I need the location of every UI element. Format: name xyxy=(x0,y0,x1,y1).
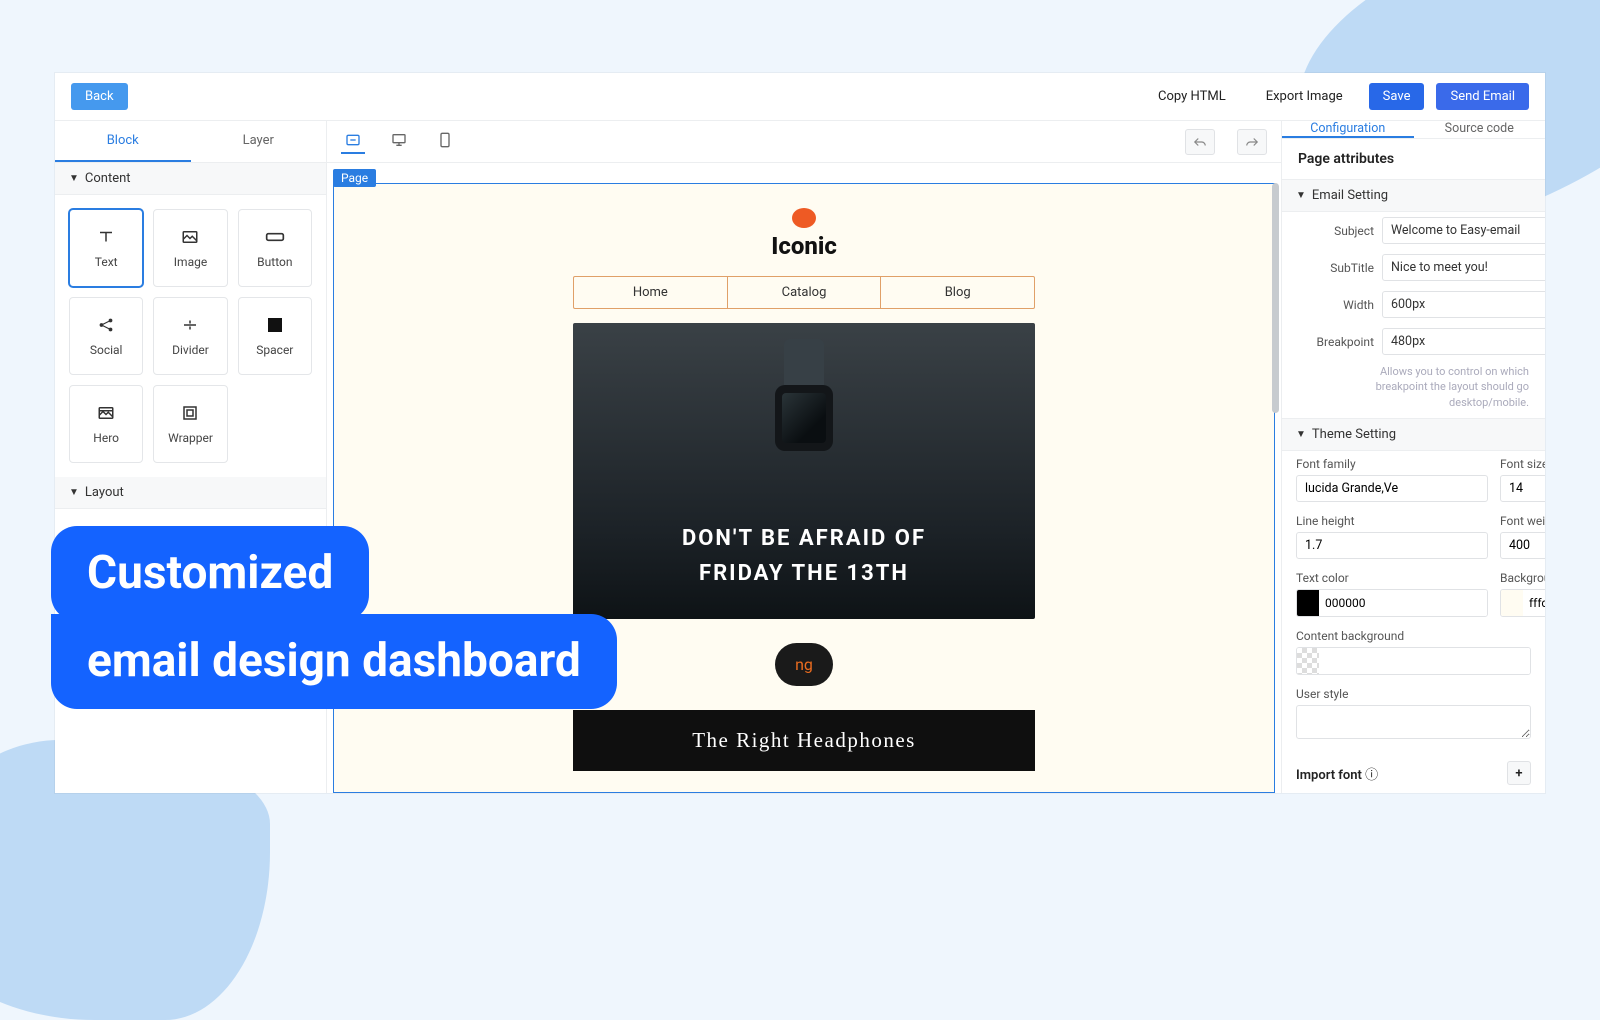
tab-source-code[interactable]: Source code xyxy=(1414,121,1546,138)
overlay-caption-2: email design dashboard xyxy=(51,614,617,709)
device-mobile-icon[interactable] xyxy=(433,130,457,154)
cta-button[interactable]: ng xyxy=(775,643,833,686)
tab-configuration[interactable]: Configuration xyxy=(1282,121,1414,138)
subtitle-input[interactable] xyxy=(1382,254,1545,281)
width-input[interactable] xyxy=(1382,291,1545,318)
save-button[interactable]: Save xyxy=(1369,83,1425,110)
spacer-icon xyxy=(265,315,285,335)
send-email-button[interactable]: Send Email xyxy=(1436,83,1529,110)
content-bg-label: Content background xyxy=(1296,629,1531,643)
headphones-banner[interactable]: The Right Headphones xyxy=(573,710,1035,771)
device-bar xyxy=(327,121,1281,163)
export-image-button[interactable]: Export Image xyxy=(1252,83,1357,110)
email-logo: Iconic xyxy=(573,198,1035,266)
block-label: Wrapper xyxy=(168,431,213,445)
caret-down-icon: ▼ xyxy=(1296,429,1306,440)
back-button[interactable]: Back xyxy=(71,83,128,110)
background-input[interactable] xyxy=(1523,590,1545,616)
subject-input[interactable] xyxy=(1382,217,1545,244)
font-size-label: Font size (px) xyxy=(1500,457,1545,471)
nav-blog[interactable]: Blog xyxy=(881,277,1034,308)
block-image[interactable]: Image xyxy=(153,209,227,287)
section-label: Layout xyxy=(85,485,124,500)
block-label: Image xyxy=(174,255,207,269)
copy-html-button[interactable]: Copy HTML xyxy=(1144,83,1240,110)
user-style-input[interactable] xyxy=(1296,705,1531,739)
hero-text: Don't be afraid of Friday the 13th xyxy=(682,521,926,591)
redo-button[interactable] xyxy=(1237,129,1267,155)
wrapper-icon xyxy=(180,403,200,423)
font-weight-label: Font weight xyxy=(1500,514,1545,528)
email-hero[interactable]: Don't be afraid of Friday the 13th xyxy=(573,323,1035,619)
font-weight-input[interactable] xyxy=(1500,532,1545,559)
block-text[interactable]: Text xyxy=(69,209,143,287)
tab-layer[interactable]: Layer xyxy=(191,121,327,162)
subject-label: Subject xyxy=(1296,224,1374,238)
right-panel: Configuration Source code Page attribute… xyxy=(1281,121,1545,793)
breakpoint-hint: Allows you to control on which breakpoin… xyxy=(1282,360,1545,418)
line-height-input[interactable] xyxy=(1296,532,1488,559)
caret-down-icon: ▼ xyxy=(69,487,79,498)
breakpoint-input[interactable] xyxy=(1382,328,1545,355)
block-button[interactable]: Button xyxy=(238,209,312,287)
block-label: Social xyxy=(90,343,123,357)
block-label: Text xyxy=(95,255,118,269)
image-icon xyxy=(180,227,200,247)
divider-icon xyxy=(180,315,200,335)
import-font-label: Import font ⓘ xyxy=(1296,764,1378,783)
line-height-label: Line height xyxy=(1296,514,1488,528)
button-icon xyxy=(265,227,285,247)
text-color-input[interactable] xyxy=(1319,590,1487,616)
text-color-label: Text color xyxy=(1296,571,1488,585)
logo-icon xyxy=(792,208,816,228)
user-style-label: User style xyxy=(1296,687,1531,701)
tab-block[interactable]: Block xyxy=(55,121,191,162)
section-label: Content xyxy=(85,171,131,186)
nav-home[interactable]: Home xyxy=(574,277,728,308)
block-label: Divider xyxy=(172,343,209,357)
nav-catalog[interactable]: Catalog xyxy=(728,277,882,308)
block-divider[interactable]: Divider xyxy=(153,297,227,375)
section-content[interactable]: ▼ Content xyxy=(55,163,326,195)
caret-down-icon: ▼ xyxy=(69,173,79,184)
font-family-input[interactable] xyxy=(1296,475,1488,502)
font-family-label: Font family xyxy=(1296,457,1488,471)
breakpoint-label: Breakpoint xyxy=(1296,335,1374,349)
overlay-caption-1: Customized xyxy=(51,526,369,621)
block-wrapper[interactable]: Wrapper xyxy=(153,385,227,463)
watch-image xyxy=(775,339,833,451)
device-edit-icon[interactable] xyxy=(341,130,365,154)
content-bg-input[interactable] xyxy=(1319,648,1530,674)
block-social[interactable]: Social xyxy=(69,297,143,375)
block-label: Spacer xyxy=(256,343,293,357)
top-bar: Back Copy HTML Export Image Save Send Em… xyxy=(55,73,1545,121)
block-label: Button xyxy=(257,255,292,269)
add-font-button[interactable]: + xyxy=(1507,761,1531,785)
social-icon xyxy=(96,315,116,335)
email-nav: Home Catalog Blog xyxy=(573,276,1035,309)
width-label: Width xyxy=(1296,298,1374,312)
scrollbar[interactable] xyxy=(1272,183,1279,413)
device-desktop-icon[interactable] xyxy=(387,130,411,154)
text-color-swatch[interactable] xyxy=(1297,590,1319,616)
text-icon xyxy=(96,227,116,247)
block-label: Hero xyxy=(93,431,119,445)
font-size-input[interactable] xyxy=(1500,475,1545,502)
content-bg-swatch[interactable] xyxy=(1297,648,1319,674)
block-spacer[interactable]: Spacer xyxy=(238,297,312,375)
undo-button[interactable] xyxy=(1185,129,1215,155)
info-icon: ⓘ xyxy=(1365,768,1378,783)
block-hero[interactable]: Hero xyxy=(69,385,143,463)
caret-down-icon: ▼ xyxy=(1296,190,1306,201)
hero-icon xyxy=(96,403,116,423)
subtitle-label: SubTitle xyxy=(1296,261,1374,275)
page-tag: Page xyxy=(333,169,376,187)
background-swatch[interactable] xyxy=(1501,590,1523,616)
page-attributes-title: Page attributes xyxy=(1282,139,1545,179)
section-layout[interactable]: ▼ Layout xyxy=(55,477,326,509)
group-email-setting[interactable]: ▼ Email Setting xyxy=(1282,179,1545,212)
logo-text: Iconic xyxy=(573,232,1035,260)
group-theme-setting[interactable]: ▼ Theme Setting xyxy=(1282,418,1545,451)
background-label: Background xyxy=(1500,571,1545,585)
